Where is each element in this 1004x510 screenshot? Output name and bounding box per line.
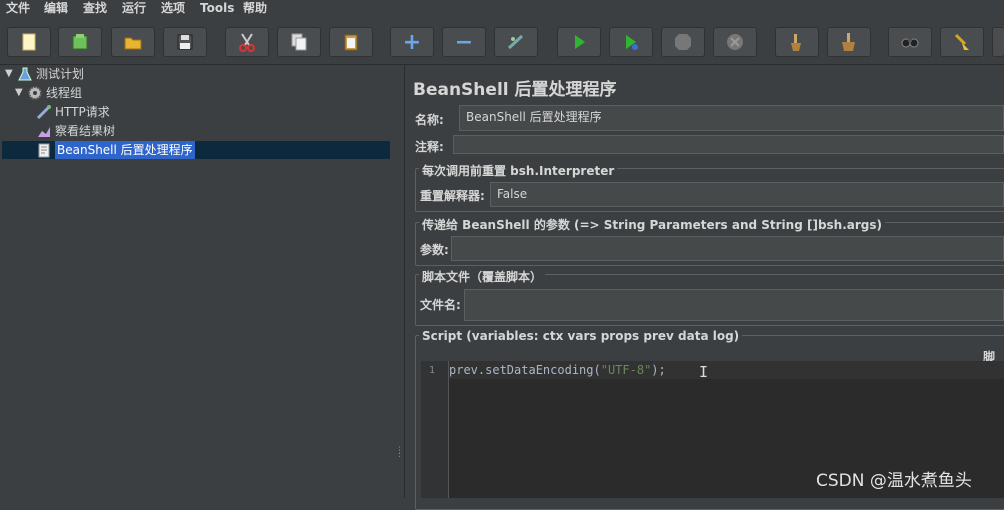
toggle-icon <box>507 34 524 50</box>
new-button[interactable] <box>7 27 51 57</box>
templates-icon <box>72 34 88 50</box>
expand-icon: + <box>402 29 422 55</box>
reset-search-icon <box>954 33 969 50</box>
page-title: BeanShell 后置处理程序 <box>413 80 617 100</box>
templates-button[interactable] <box>58 27 102 57</box>
code-line[interactable]: prev.setDataEncoding("UTF-8"); <box>449 362 666 378</box>
start-icon <box>575 35 585 49</box>
name-field[interactable]: BeanShell 后置处理程序 <box>459 105 1004 131</box>
save-button[interactable] <box>163 27 207 57</box>
code-string-literal: "UTF-8" <box>600 363 652 377</box>
expand-toggle-icon[interactable]: ▼ <box>5 65 15 83</box>
code-prefix: prev.setDataEncoding( <box>449 363 601 377</box>
code-suffix: ); <box>651 363 666 377</box>
chart-icon <box>38 127 50 137</box>
menu-options[interactable]: 选项 <box>161 0 185 16</box>
comment-field[interactable] <box>453 135 1004 154</box>
menu-file[interactable]: 文件 <box>6 0 30 16</box>
gear-icon <box>28 86 42 100</box>
reset-interpreter-label: 重置解释器: <box>420 189 485 203</box>
clear-button[interactable] <box>775 27 819 57</box>
menu-edit[interactable]: 编辑 <box>44 0 68 16</box>
paste-icon <box>344 34 358 51</box>
expand-button[interactable]: + <box>390 27 434 57</box>
menu-bar: 文件 编辑 查找 运行 选项 Tools 帮助 <box>0 0 1004 16</box>
save-icon <box>177 34 193 50</box>
stop-icon <box>675 34 691 50</box>
cut-icon <box>239 33 255 52</box>
flask-icon <box>18 67 32 81</box>
split-pane-divider[interactable]: ⋮ ⋮ <box>392 65 405 498</box>
tree-label-http-request: HTTP请求 <box>55 105 110 119</box>
reset-interpreter-field[interactable]: False <box>490 182 1004 207</box>
shutdown-icon <box>727 34 743 50</box>
toolbar-overflow[interactable] <box>992 27 1004 57</box>
script-file-group-label: 脚本文件（覆盖脚本） <box>419 268 546 285</box>
line-number: 1 <box>429 365 436 376</box>
tree-label-view-results: 察看结果树 <box>55 124 116 138</box>
clear-all-icon <box>842 33 855 51</box>
toggle-button[interactable] <box>494 27 538 57</box>
start-no-pauses-button[interactable] <box>609 27 653 57</box>
watermark: CSDN @温水煮鱼头 <box>816 471 972 491</box>
beanshell-postprocessor-panel: BeanShell 后置处理程序 名称: BeanShell 后置处理程序 注释… <box>405 65 1004 510</box>
name-label: 名称: <box>415 113 444 127</box>
comment-label: 注释: <box>415 140 444 154</box>
filename-label: 文件名: <box>420 298 461 312</box>
parameters-group-label: 传递给 BeanShell 的参数 (=> String Parameters … <box>419 216 886 233</box>
script-group-label: Script (variables: ctx vars props prev d… <box>419 329 743 343</box>
tree-node-beanshell[interactable]: BeanShell 后置处理程序 <box>36 141 195 159</box>
toolbar: + − <box>0 16 1004 65</box>
clear-all-button[interactable] <box>827 27 871 57</box>
text-cursor-icon: I <box>699 363 709 381</box>
menu-help[interactable]: 帮助 <box>243 0 267 16</box>
pipette-icon <box>36 105 51 120</box>
tree-label-beanshell: BeanShell 后置处理程序 <box>55 141 195 159</box>
start-no-pauses-icon <box>626 35 638 50</box>
start-button[interactable] <box>557 27 601 57</box>
test-plan-tree: ▼ 测试计划 ▼ 线程组 HTTP请求 察看结果树 BeanShell 后置处理… <box>0 65 393 498</box>
open-icon <box>124 37 142 50</box>
tree-label-thread-group: 线程组 <box>46 86 83 100</box>
cut-button[interactable] <box>225 27 269 57</box>
parameters-label: 参数: <box>420 243 449 257</box>
clear-icon <box>791 34 801 51</box>
menu-run[interactable]: 运行 <box>122 0 146 16</box>
tree-node-view-results[interactable]: 察看结果树 <box>36 122 115 140</box>
parameters-field[interactable] <box>451 236 1004 261</box>
reset-search-button[interactable] <box>940 27 984 57</box>
menu-tools[interactable]: Tools <box>200 0 234 16</box>
search-icon <box>901 38 919 48</box>
line-number-gutter: 1 <box>421 361 449 498</box>
copy-button[interactable] <box>277 27 321 57</box>
tree-label-test-plan: 测试计划 <box>36 67 85 81</box>
expand-toggle-icon[interactable]: ▼ <box>15 84 25 102</box>
open-button[interactable] <box>111 27 155 57</box>
new-icon <box>22 33 36 51</box>
collapse-button[interactable]: − <box>442 27 486 57</box>
shutdown-button[interactable] <box>713 27 757 57</box>
splitter-grip-icon: ⋮ ⋮ <box>395 446 404 459</box>
script-file-icon <box>38 143 50 158</box>
paste-button[interactable] <box>329 27 373 57</box>
tree-node-thread-group[interactable]: ▼ 线程组 <box>15 84 82 102</box>
search-button[interactable] <box>888 27 932 57</box>
menu-search[interactable]: 查找 <box>83 0 107 16</box>
collapse-icon: − <box>454 29 474 55</box>
tree-node-test-plan[interactable]: ▼ 测试计划 <box>5 65 84 83</box>
tree-node-http-request[interactable]: HTTP请求 <box>36 103 110 121</box>
reset-interpreter-group-label: 每次调用前重置 bsh.Interpreter <box>419 162 618 179</box>
copy-icon <box>291 33 307 51</box>
stop-button[interactable] <box>661 27 705 57</box>
filename-field[interactable] <box>464 289 1004 321</box>
